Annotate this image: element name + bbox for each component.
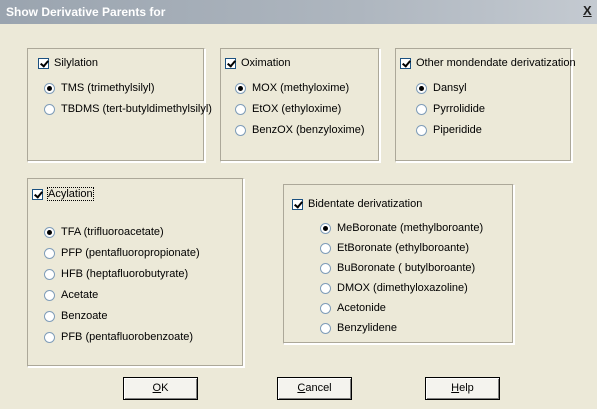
- radio-pfb[interactable]: PFB (pentafluorobenzoate): [44, 330, 193, 344]
- other-check-icon[interactable]: [400, 57, 411, 69]
- ok-mnemonic: O: [152, 382, 162, 394]
- bidentate-label: Bidentate derivatization: [308, 198, 423, 210]
- silylation-check-icon[interactable]: [38, 57, 49, 69]
- radio-icon[interactable]: [320, 242, 331, 254]
- bidentate-checkbox[interactable]: Bidentate derivatization: [292, 197, 422, 211]
- option-label: Acetonide: [337, 302, 386, 314]
- option-label: Pyrrolidide: [433, 103, 485, 115]
- radio-tms[interactable]: TMS (trimethylsilyl): [44, 81, 155, 95]
- cancel-label-rest: ancel: [305, 382, 332, 394]
- radio-dmox[interactable]: DMOX (dimethyloxazoline): [320, 281, 468, 295]
- radio-buboronate[interactable]: BuBoronate ( butylboroante): [320, 261, 475, 275]
- radio-etboronate[interactable]: EtBoronate (ethylboroante): [320, 241, 469, 255]
- radio-acetate[interactable]: Acetate: [44, 288, 98, 302]
- other-label: Other mondendate derivatization: [416, 57, 576, 69]
- radio-icon[interactable]: [44, 82, 55, 94]
- radio-meboronate[interactable]: MeBoronate (methylboroante): [320, 221, 483, 235]
- radio-icon[interactable]: [235, 82, 246, 94]
- radio-icon[interactable]: [320, 262, 331, 274]
- option-label: TFA (trifluoroacetate): [61, 226, 164, 238]
- help-button[interactable]: Help: [425, 377, 500, 400]
- acylation-checkbox[interactable]: Acylation: [32, 187, 94, 201]
- ok-label-rest: K: [161, 382, 169, 394]
- oximation-checkbox[interactable]: Oximation: [225, 56, 291, 70]
- radio-tfa[interactable]: TFA (trifluoroacetate): [44, 225, 164, 239]
- cancel-button[interactable]: Cancel: [277, 377, 352, 400]
- option-label: BenzOX (benzyloxime): [252, 124, 365, 136]
- radio-piperidide[interactable]: Piperidide: [416, 123, 482, 137]
- radio-mox[interactable]: MOX (methyloxime): [235, 81, 349, 95]
- radio-icon[interactable]: [44, 331, 55, 343]
- option-label: BuBoronate ( butylboroante): [337, 262, 476, 274]
- radio-pfp[interactable]: PFP (pentafluoropropionate): [44, 246, 200, 260]
- option-label: TBDMS (tert-butyldimethylsilyl): [61, 103, 212, 115]
- silylation-label: Silylation: [54, 57, 99, 69]
- radio-hfb[interactable]: HFB (heptafluorobutyrate): [44, 267, 188, 281]
- radio-pyrrolidide[interactable]: Pyrrolidide: [416, 102, 485, 116]
- radio-icon[interactable]: [416, 82, 427, 94]
- radio-icon[interactable]: [320, 302, 331, 314]
- window-title: Show Derivative Parents for: [6, 5, 166, 19]
- radio-icon[interactable]: [44, 247, 55, 259]
- radio-icon[interactable]: [44, 226, 55, 238]
- title-bar: Show Derivative Parents for X: [0, 0, 597, 24]
- help-label-rest: elp: [459, 382, 474, 394]
- silylation-group: Silylation TMS (trimethylsilyl) TBDMS (t…: [27, 48, 212, 162]
- option-label: EtOX (ethyloxime): [252, 103, 342, 115]
- radio-icon[interactable]: [44, 289, 55, 301]
- option-label: PFP (pentafluoropropionate): [61, 247, 200, 259]
- dialog-body: Silylation TMS (trimethylsilyl) TBDMS (t…: [0, 24, 597, 409]
- oximation-label: Oximation: [241, 57, 291, 69]
- radio-etox[interactable]: EtOX (ethyloxime): [235, 102, 341, 116]
- option-label: HFB (heptafluorobutyrate): [61, 268, 189, 280]
- help-mnemonic: H: [451, 382, 460, 394]
- radio-icon[interactable]: [44, 268, 55, 280]
- option-label: Dansyl: [433, 82, 467, 94]
- option-label: TMS (trimethylsilyl): [61, 82, 155, 94]
- acylation-label: Acylation: [47, 187, 94, 201]
- radio-tbdms[interactable]: TBDMS (tert-butyldimethylsilyl): [44, 102, 212, 116]
- radio-benzoate[interactable]: Benzoate: [44, 309, 107, 323]
- radio-icon[interactable]: [320, 222, 331, 234]
- oximation-group: Oximation MOX (methyloxime) EtOX (ethylo…: [220, 48, 380, 162]
- option-label: Piperidide: [433, 124, 482, 136]
- radio-icon[interactable]: [416, 124, 427, 136]
- radio-icon[interactable]: [235, 103, 246, 115]
- option-label: Acetate: [61, 289, 99, 301]
- radio-icon[interactable]: [44, 103, 55, 115]
- radio-benzox[interactable]: BenzOX (benzyloxime): [235, 123, 365, 137]
- oximation-check-icon[interactable]: [225, 57, 236, 69]
- radio-icon[interactable]: [44, 310, 55, 322]
- acylation-check-icon[interactable]: [32, 188, 43, 200]
- close-icon[interactable]: X: [583, 2, 597, 20]
- radio-icon[interactable]: [320, 322, 331, 334]
- bidentate-group: Bidentate derivatization MeBoronate (met…: [283, 184, 514, 344]
- silylation-checkbox[interactable]: Silylation: [38, 56, 98, 70]
- option-label: PFB (pentafluorobenzoate): [61, 331, 194, 343]
- bidentate-check-icon[interactable]: [292, 198, 303, 210]
- option-label: MeBoronate (methylboroante): [337, 222, 484, 234]
- radio-benzylidene[interactable]: Benzylidene: [320, 321, 397, 335]
- radio-icon[interactable]: [235, 124, 246, 136]
- acylation-group: Acylation TFA (trifluoroacetate) PFP (pe…: [27, 178, 244, 367]
- option-label: EtBoronate (ethylboroante): [337, 242, 470, 254]
- option-label: DMOX (dimethyloxazoline): [337, 282, 468, 294]
- radio-icon[interactable]: [416, 103, 427, 115]
- radio-icon[interactable]: [320, 282, 331, 294]
- other-derivatization-group: Other mondendate derivatization Dansyl P…: [395, 48, 576, 162]
- option-label: Benzoate: [61, 310, 108, 322]
- radio-dansyl[interactable]: Dansyl: [416, 81, 467, 95]
- option-label: MOX (methyloxime): [252, 82, 350, 94]
- ok-button[interactable]: OK: [123, 377, 198, 400]
- option-label: Benzylidene: [337, 322, 397, 334]
- radio-acetonide[interactable]: Acetonide: [320, 301, 386, 315]
- other-checkbox[interactable]: Other mondendate derivatization: [400, 56, 576, 70]
